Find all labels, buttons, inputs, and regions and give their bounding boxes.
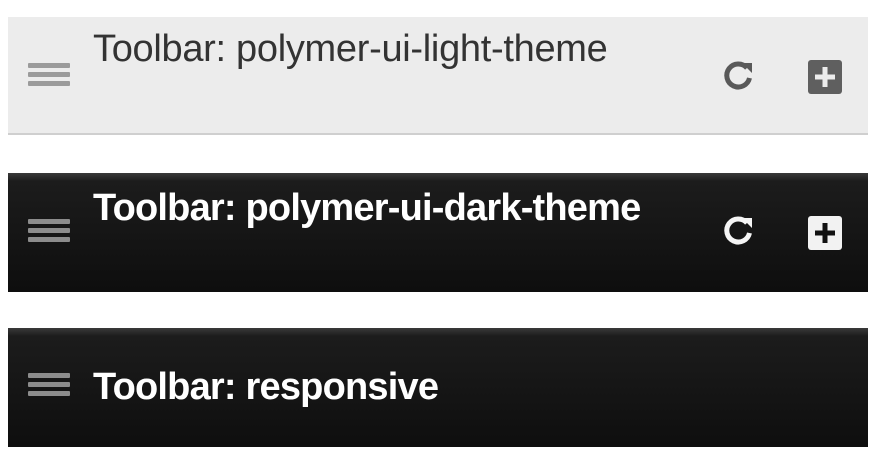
toolbar-responsive: Toolbar: responsive [8, 328, 868, 447]
add-icon[interactable] [808, 60, 842, 94]
toolbar-light-theme: Toolbar: polymer-ui-light-theme [8, 17, 868, 135]
add-icon[interactable] [808, 216, 842, 250]
menu-icon[interactable] [28, 63, 70, 91]
refresh-icon[interactable] [720, 58, 756, 94]
menu-icon[interactable] [28, 219, 70, 247]
toolbar-title: Toolbar: polymer-ui-dark-theme [93, 187, 641, 229]
menu-icon[interactable] [28, 373, 70, 401]
toolbar-title: Toolbar: polymer-ui-light-theme [93, 28, 608, 70]
refresh-icon[interactable] [720, 213, 756, 249]
toolbar-title: Toolbar: responsive [93, 366, 439, 408]
toolbar-dark-theme: Toolbar: polymer-ui-dark-theme [8, 173, 868, 292]
